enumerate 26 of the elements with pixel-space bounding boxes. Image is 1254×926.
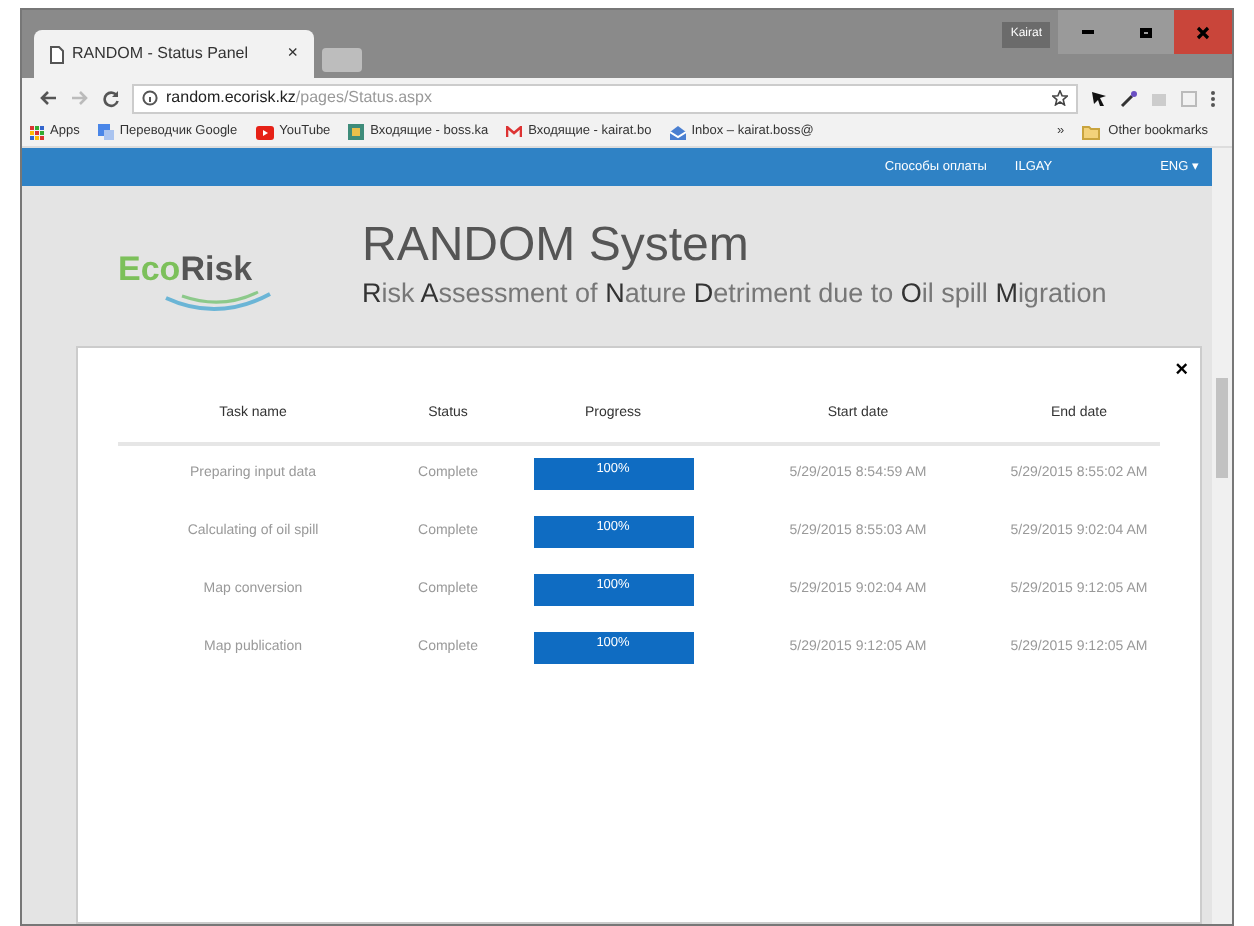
close-icon — [1196, 25, 1210, 39]
browser-tab[interactable]: RANDOM - Status Panel × — [34, 30, 314, 78]
url-text: random.ecorisk.kz/pages/Status.aspx — [166, 86, 432, 110]
reload-icon[interactable] — [102, 89, 120, 107]
folder-icon — [1082, 125, 1101, 139]
apps-grid-icon — [30, 125, 44, 139]
mail-icon — [506, 126, 523, 138]
info-icon — [142, 90, 158, 106]
dropper-icon[interactable] — [1120, 89, 1138, 107]
maximize-button[interactable] — [1116, 10, 1174, 54]
back-icon[interactable] — [38, 90, 58, 106]
page-icon — [50, 45, 64, 63]
system-subtitle: Risk Assessment of Nature Detriment due to Oil spill Migration — [362, 275, 1107, 312]
play-icon — [255, 125, 274, 139]
address-field[interactable]: random.ecorisk.kz/pages/Status.aspx — [132, 83, 1078, 113]
close-tab-button[interactable]: × — [287, 40, 298, 68]
translate-icon — [97, 124, 114, 140]
close-button[interactable]: × — [1175, 360, 1188, 382]
envelope-icon — [669, 125, 686, 139]
scrollbar[interactable] — [1212, 148, 1232, 924]
star-icon[interactable] — [1052, 90, 1068, 106]
logo-text: EcoRisk — [118, 252, 253, 286]
close-button[interactable] — [1174, 10, 1232, 54]
mailbox-icon — [348, 124, 365, 140]
system-title: RANDOM System — [362, 217, 751, 274]
menu-icon[interactable] — [1210, 89, 1216, 107]
